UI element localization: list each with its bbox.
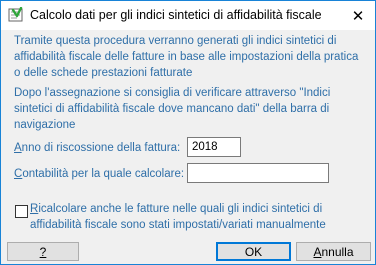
dialog-content: Tramite questa procedura verranno genera… xyxy=(1,30,375,264)
window-title: Calcolo dati per gli indici sintetici di… xyxy=(30,8,322,22)
contabilita-label: Contabilità per la quale calcolare: xyxy=(14,168,185,180)
close-button[interactable]: ✕ xyxy=(341,1,375,30)
close-icon: ✕ xyxy=(351,7,365,25)
info-paragraph-2: Dopo l'assegnazione si consiglia di veri… xyxy=(14,87,331,131)
anno-label: Anno di riscossione della fattura: xyxy=(14,142,181,154)
app-icon xyxy=(8,6,24,23)
dialog-window: Calcolo dati per gli indici sintetici di… xyxy=(0,0,376,265)
ricalcolare-checkbox[interactable] xyxy=(15,205,28,218)
info-paragraph-1: Tramite questa procedura verranno genera… xyxy=(14,35,359,79)
contabilita-input[interactable] xyxy=(187,163,329,183)
cancel-button[interactable]: Annulla xyxy=(296,242,371,261)
title-bar[interactable]: Calcolo dati per gli indici sintetici di… xyxy=(1,1,375,30)
anno-input[interactable]: 2018 xyxy=(187,137,241,157)
ok-button[interactable]: OK xyxy=(216,242,291,261)
help-button[interactable]: ? xyxy=(7,242,79,261)
ricalcolare-checkbox-label[interactable]: Ricalcolare anche le fatture nelle quali… xyxy=(30,201,360,233)
